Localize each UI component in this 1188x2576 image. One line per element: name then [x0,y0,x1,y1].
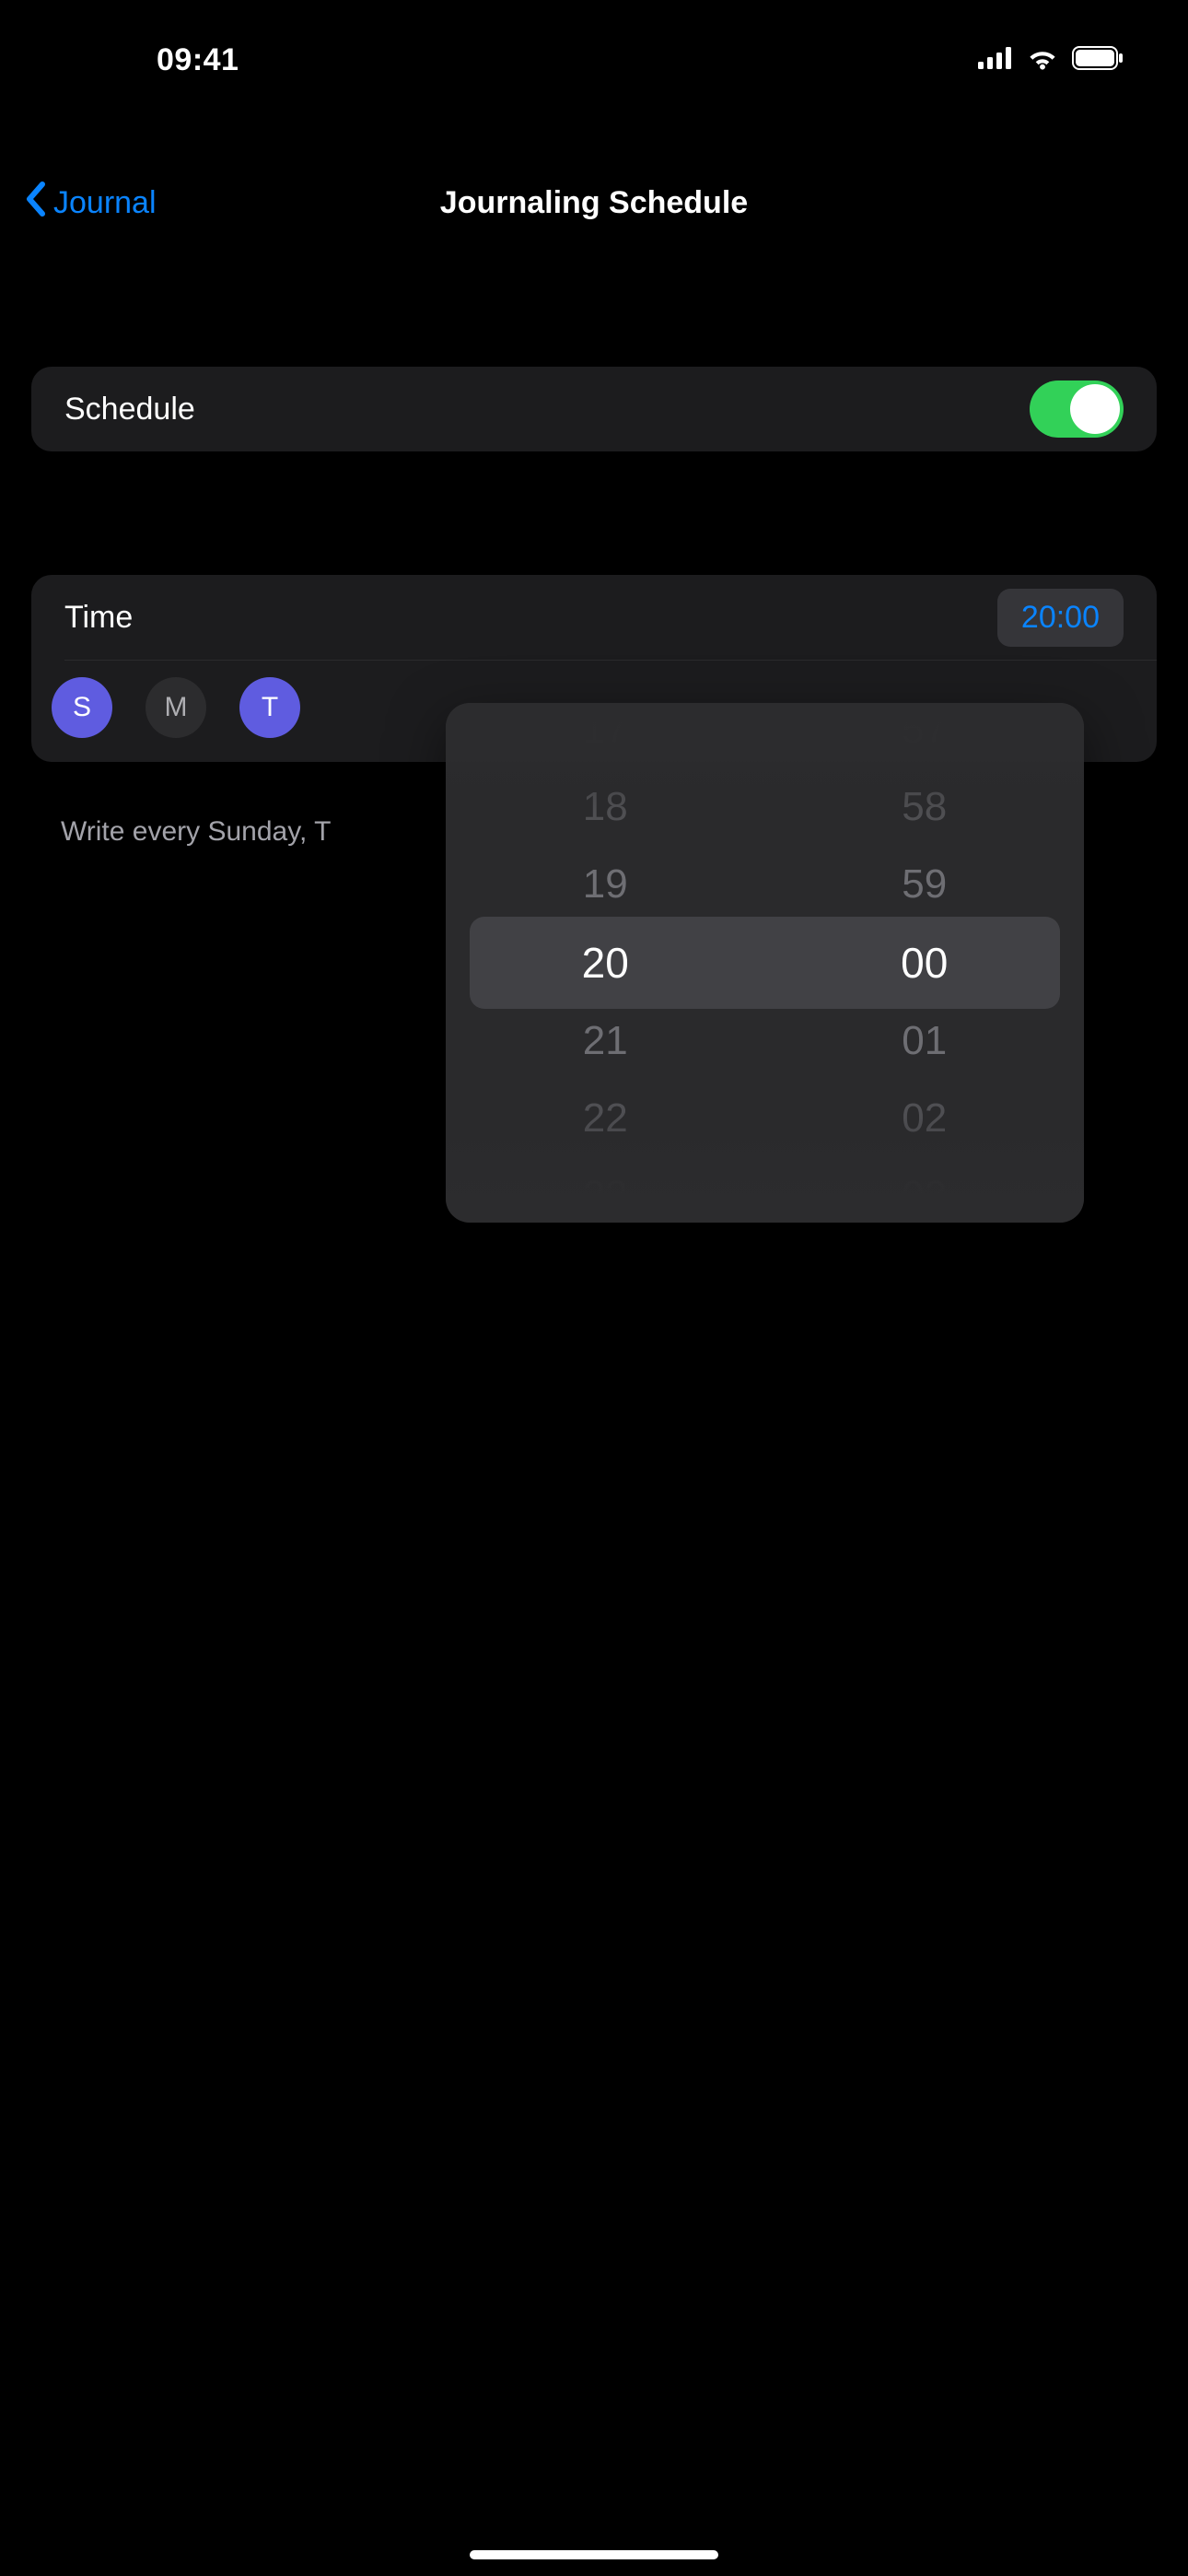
home-indicator[interactable] [470,2550,718,2559]
cellular-icon [978,47,1013,74]
schedule-toggle[interactable] [1030,381,1124,438]
time-picker-popover: 17 18 19 20 21 22 23 57 58 59 00 01 02 [446,703,1084,1223]
day-sunday[interactable]: S [52,677,112,738]
minute-option: 59 [902,864,947,905]
nav-bar: Journal Journaling Schedule [0,175,1188,230]
picker-fade-top [446,703,1084,814]
toggle-knob [1070,384,1120,434]
hour-option: 19 [583,864,628,905]
schedule-cell[interactable]: Schedule [31,367,1157,451]
wifi-icon [1026,46,1059,75]
schedule-label: Schedule [64,392,195,427]
hour-selected: 20 [582,942,629,984]
status-time: 09:41 [157,42,239,78]
picker-fade-bottom [446,1112,1084,1223]
back-label: Journal [53,185,157,221]
day-tuesday[interactable]: T [239,677,300,738]
minute-option: 01 [902,1021,947,1061]
battery-icon [1072,46,1124,75]
day-monday[interactable]: M [146,677,206,738]
hour-option: 21 [583,1021,628,1061]
time-value-button[interactable]: 20:00 [997,589,1124,647]
chevron-left-icon [24,181,46,225]
schedule-cell-group: Schedule [31,367,1157,451]
back-button[interactable]: Journal [24,181,157,225]
time-label: Time [64,600,133,636]
status-indicators [978,46,1124,75]
minute-selected: 00 [901,942,948,984]
page-title: Journaling Schedule [440,185,748,221]
time-cell: Time 20:00 [31,575,1157,660]
status-bar: 09:41 [0,0,1188,120]
